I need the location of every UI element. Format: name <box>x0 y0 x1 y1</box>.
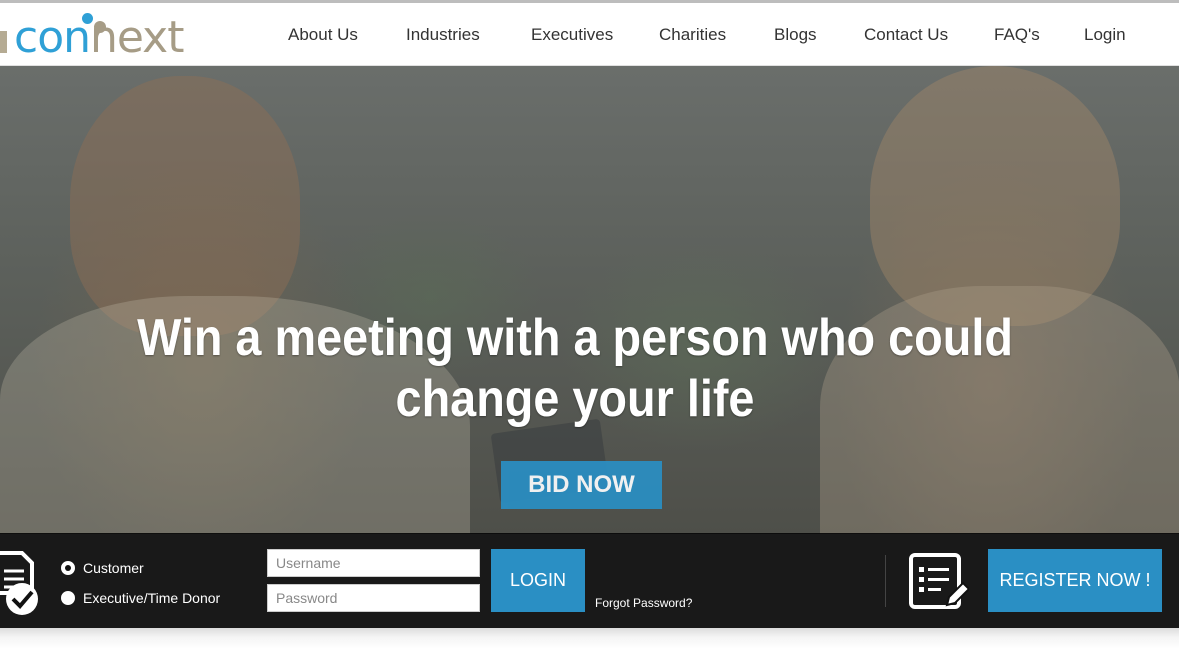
radio-executive[interactable]: Executive/Time Donor <box>61 590 220 606</box>
document-check-icon <box>0 551 38 615</box>
nav-charities[interactable]: Charities <box>659 25 726 45</box>
bid-now-button[interactable]: BID NOW <box>501 461 662 509</box>
nav-industries[interactable]: Industries <box>406 25 480 45</box>
radio-executive-button[interactable] <box>61 591 75 605</box>
login-button[interactable]: LOGIN <box>491 549 585 612</box>
hero-banner: Win a meeting with a person who could ch… <box>0 66 1179 534</box>
radio-customer[interactable]: Customer <box>61 560 144 576</box>
hero-headline-line2: change your life <box>395 370 755 428</box>
strip-divider <box>885 555 886 607</box>
radio-customer-button[interactable] <box>61 561 75 575</box>
nav-about-us[interactable]: About Us <box>288 25 358 45</box>
password-input[interactable] <box>267 584 480 612</box>
login-strip: Customer Executive/Time Donor LOGIN Forg… <box>0 533 1179 628</box>
list-edit-icon <box>909 553 969 609</box>
radio-executive-label: Executive/Time Donor <box>83 590 221 606</box>
logo-bar <box>0 31 7 53</box>
hero-headline: Win a meeting with a person who could ch… <box>58 308 1093 430</box>
nav-login[interactable]: Login <box>1084 25 1126 45</box>
nav-contact-us[interactable]: Contact Us <box>864 25 948 45</box>
forgot-password-link[interactable]: Forgot Password? <box>595 596 692 610</box>
nav-faqs[interactable]: FAQ's <box>994 25 1040 45</box>
nav-executives[interactable]: Executives <box>531 25 613 45</box>
username-input[interactable] <box>267 549 480 577</box>
logo-dot-blue <box>82 13 93 24</box>
register-now-button[interactable]: REGISTER NOW ! <box>988 549 1162 612</box>
logo-dot-tan <box>94 21 106 33</box>
connext-logo[interactable]: connext <box>0 7 190 63</box>
site-header: connext About Us Industries Executives C… <box>0 3 1179 66</box>
page-bottom-shadow <box>0 628 1179 663</box>
radio-customer-label: Customer <box>83 560 144 576</box>
hero-headline-line1: Win a meeting with a person who could <box>137 309 1013 367</box>
nav-blogs[interactable]: Blogs <box>774 25 817 45</box>
